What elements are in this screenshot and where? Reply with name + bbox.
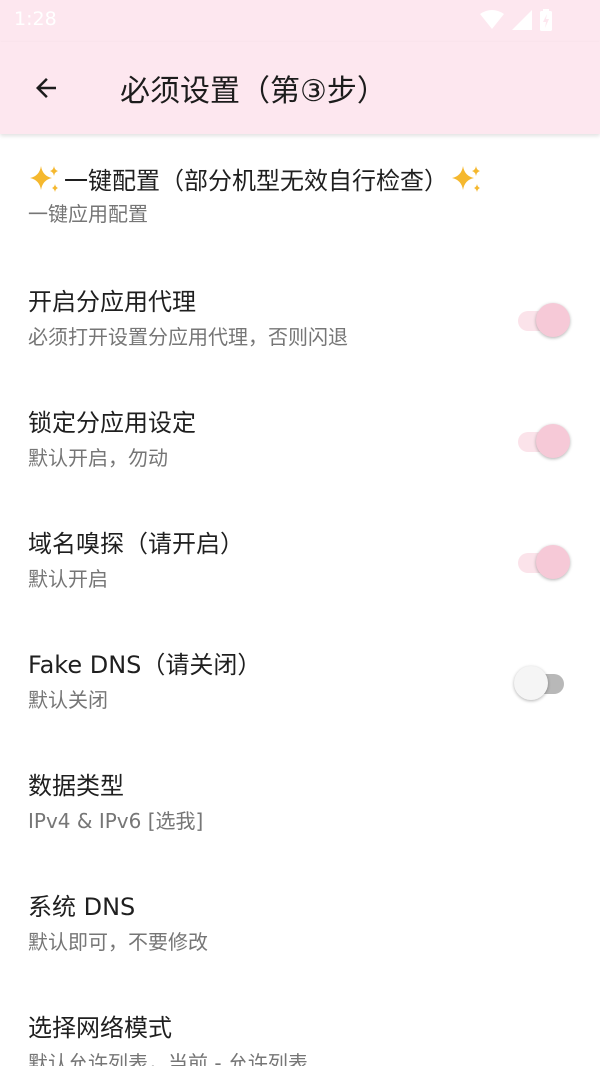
status-icons [480,9,552,31]
system-dns-item[interactable]: 系统 DNS 默认即可，不要修改 [0,860,600,981]
data-type-item[interactable]: 数据类型 IPv4 & IPv6 [选我] [0,739,600,860]
signal-icon [512,10,532,30]
per-app-proxy-switch[interactable] [514,301,570,337]
item-summary: 必须打开设置分应用代理，否则闪退 [28,325,348,349]
switch-thumb [536,303,570,337]
status-time: 1:28 [14,8,57,30]
item-summary: 一键应用配置 [28,202,148,226]
per-app-proxy-item[interactable]: 开启分应用代理 必须打开设置分应用代理，否则闪退 [0,255,600,376]
network-mode-item[interactable]: 选择网络模式 默认允许列表，当前 - 允许列表 [0,981,600,1066]
domain-sniffing-item[interactable]: 域名嗅探（请开启） 默认开启 [0,497,600,618]
battery-icon [540,9,552,31]
app-bar: 必须设置（第③步） [0,42,600,134]
lock-per-app-item[interactable]: 锁定分应用设定 默认开启，勿动 [0,376,600,497]
item-title: 开启分应用代理 [28,288,196,316]
switch-thumb [536,424,570,458]
item-summary: 默认关闭 [28,688,108,712]
domain-sniffing-switch[interactable] [514,543,570,579]
sparkles-icon [452,165,480,192]
item-title: Fake DNS（请关闭） [28,651,262,679]
switch-thumb [514,666,548,700]
item-summary: 默认开启 [28,567,108,591]
status-bar: 1:28 [0,0,600,42]
wifi-icon [480,10,504,29]
item-title: 选择网络模式 [28,1014,172,1042]
back-button[interactable] [22,64,70,112]
item-summary: 默认允许列表，当前 - 允许列表 [28,1051,308,1066]
item-title: 系统 DNS [28,893,136,921]
switch-thumb [536,545,570,579]
fake-dns-item[interactable]: Fake DNS（请关闭） 默认关闭 [0,618,600,739]
item-summary: 默认即可，不要修改 [28,930,208,954]
settings-list: 一键配置（部分机型无效自行检查） 一键应用配置 开启分应用代理 必须打开设置分应… [0,134,600,1066]
item-summary: 默认开启，勿动 [28,446,168,470]
sparkles-icon [30,165,58,192]
arrow-back-icon [36,78,56,98]
one-click-config-item[interactable]: 一键配置（部分机型无效自行检查） 一键应用配置 [0,134,600,255]
fake-dns-switch[interactable] [514,664,568,700]
page-title: 必须设置（第③步） [120,74,387,109]
item-title: 一键配置（部分机型无效自行检查） [64,167,448,195]
item-summary: IPv4 & IPv6 [选我] [28,809,204,833]
item-title: 数据类型 [28,772,124,800]
item-title: 锁定分应用设定 [28,409,196,437]
item-title: 域名嗅探（请开启） [28,530,244,558]
lock-per-app-switch[interactable] [514,422,570,458]
